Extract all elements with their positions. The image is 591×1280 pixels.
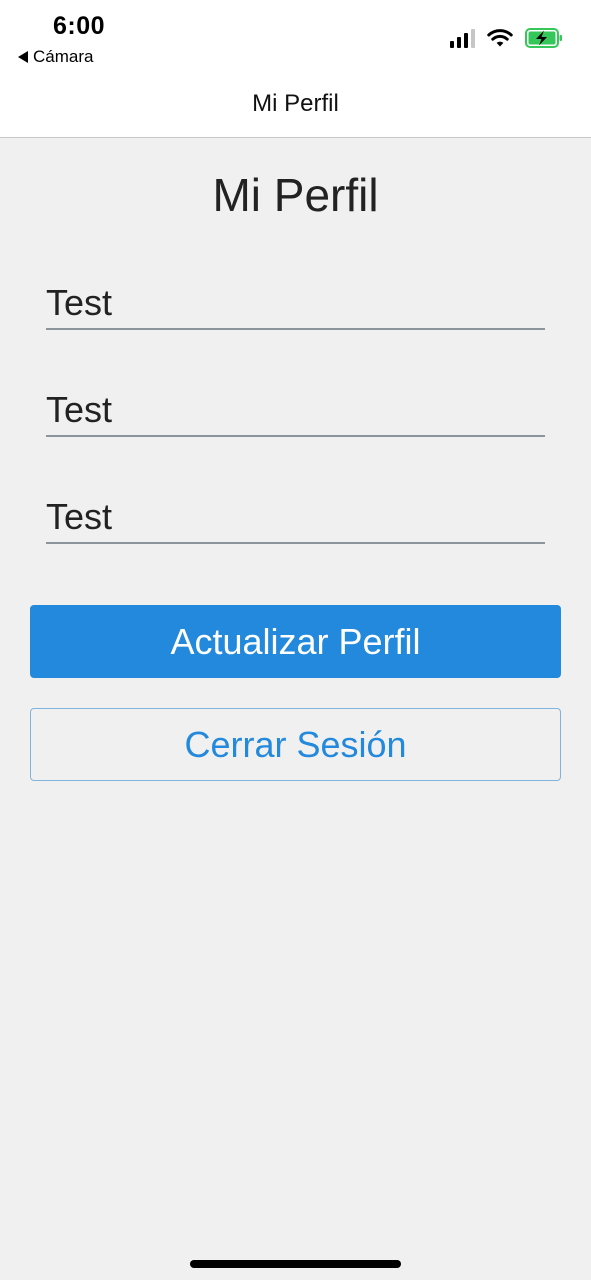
status-time: 6:00 <box>53 12 106 40</box>
wifi-icon <box>487 29 513 47</box>
back-link-label: Cámara <box>33 47 94 66</box>
home-indicator[interactable] <box>190 1260 401 1268</box>
profile-input-1[interactable] <box>46 272 545 328</box>
profile-field-2 <box>46 379 545 437</box>
profile-field-1 <box>46 272 545 330</box>
profile-field-3 <box>46 486 545 544</box>
back-triangle-icon <box>18 51 28 63</box>
top-bar: 6:00 Cámara Mi Perfil <box>0 0 591 138</box>
nav-title: Mi Perfil <box>252 90 339 117</box>
profile-screen: 6:00 Cámara Mi Perfil Mi Perfil Test Tes… <box>0 0 591 1280</box>
back-to-camera-link[interactable]: Cámara <box>18 46 93 68</box>
update-profile-button-label: Actualizar Perfil <box>170 620 421 662</box>
profile-input-2[interactable] <box>46 379 545 435</box>
update-profile-button[interactable]: Actualizar Perfil <box>30 605 561 678</box>
battery-charging-icon <box>525 28 562 48</box>
status-icons <box>450 26 563 50</box>
logout-button[interactable]: Cerrar Sesión <box>30 708 561 781</box>
logout-button-label: Cerrar Sesión <box>184 723 407 765</box>
cellular-signal-icon <box>450 28 475 48</box>
profile-input-3[interactable] <box>46 486 545 542</box>
page-title: Mi Perfil <box>212 169 379 221</box>
